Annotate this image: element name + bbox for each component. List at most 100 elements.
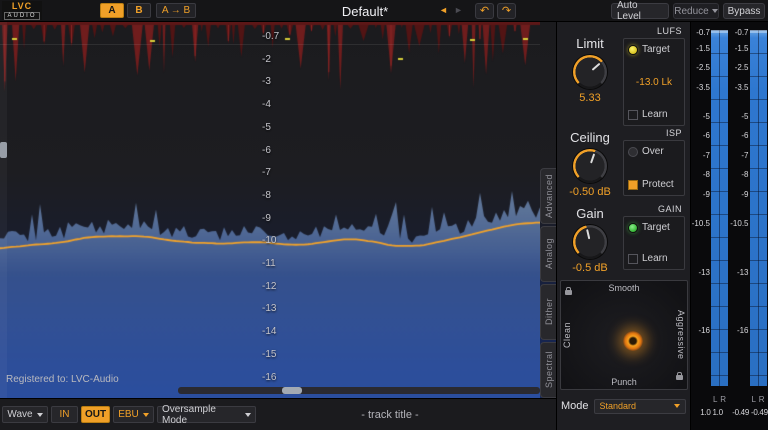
- meter-channel-label: L: [752, 395, 756, 404]
- meter-output: -0.7-1.5-2.5-3.5-5-6-7-8-9-10.5-13-16 LR…: [732, 22, 768, 430]
- topbar: LVC audio A B A → B Default* ◄ ► ↶ ↷ Aut…: [0, 0, 768, 22]
- caret-down-icon: [245, 413, 251, 417]
- mode-row: Mode Standard: [561, 398, 686, 414]
- meter-channel-label: L: [713, 395, 717, 404]
- meter-scale-label: -10.5: [730, 219, 748, 228]
- meter-scale-label: -7: [741, 151, 748, 160]
- waveform-scrollbar[interactable]: [178, 387, 540, 394]
- meter-scale: -0.7-1.5-2.5-3.5-5-6-7-8-9-10.5-13-16: [732, 22, 750, 392]
- side-tab-analog[interactable]: Analog: [540, 226, 556, 282]
- limit-target-row[interactable]: Target: [628, 44, 680, 55]
- bypass-button[interactable]: Bypass: [723, 3, 765, 19]
- lufs-target-value: -13.0 Lk: [628, 77, 680, 88]
- mode-dropdown[interactable]: Standard: [594, 399, 686, 414]
- preset-a-button[interactable]: A: [100, 3, 124, 18]
- oversample-mode-dropdown[interactable]: Oversample Mode: [157, 406, 256, 423]
- over-row[interactable]: Over: [628, 146, 680, 157]
- pad-label-smooth: Smooth: [561, 283, 687, 293]
- meter-scale-label: -5: [741, 112, 748, 121]
- pad-lock-icon[interactable]: [565, 290, 572, 295]
- protect-label: Protect: [642, 179, 674, 190]
- gain-learn-row[interactable]: Learn: [628, 253, 680, 264]
- meter-scale-label: -6: [703, 131, 710, 140]
- lufs-group-label: LUFS: [657, 26, 682, 36]
- meter-bar: [750, 30, 767, 386]
- pad-lock-icon[interactable]: [676, 375, 683, 380]
- meter-scale-label: -1.5: [696, 44, 710, 53]
- vertical-zoom-thumb[interactable]: [0, 142, 7, 158]
- next-preset-icon[interactable]: ►: [454, 6, 463, 15]
- registered-text: Registered to: LVC-Audio: [6, 374, 119, 385]
- ceiling-gridline: [0, 44, 540, 45]
- punch-smooth-pad[interactable]: Smooth Punch Clean Aggressive: [560, 280, 688, 390]
- meter-scale-label: -5: [703, 112, 710, 121]
- out-button[interactable]: OUT: [81, 406, 110, 423]
- gain-target-led[interactable]: [628, 223, 638, 233]
- limit-learn-checkbox[interactable]: [628, 110, 638, 120]
- side-tab-advanced[interactable]: Advanced: [540, 168, 556, 224]
- gain-knob[interactable]: [573, 225, 607, 259]
- meter-scale-label: -9: [703, 190, 710, 199]
- wave-mode-dropdown[interactable]: Wave: [2, 406, 48, 423]
- meter-scale-label: -13: [737, 268, 749, 277]
- limit-learn-row[interactable]: Learn: [628, 109, 680, 120]
- preset-name[interactable]: Default*: [290, 4, 440, 19]
- waveform-scrollbar-thumb[interactable]: [282, 387, 302, 394]
- logo-subtext: audio: [4, 12, 39, 20]
- gain-target-label: Target: [642, 222, 670, 233]
- mode-label: Mode: [561, 400, 589, 412]
- isp-group: Over Protect: [623, 140, 685, 196]
- meter-scale-label: -3.5: [696, 83, 710, 92]
- meter-values: -0.49-0.49: [732, 408, 768, 417]
- ceiling-section: Ceiling -0.50 dB: [561, 130, 619, 198]
- side-tab-dither[interactable]: Dither: [540, 284, 556, 340]
- meter-channels: LR: [711, 395, 728, 404]
- gain-group: Target Learn: [623, 216, 685, 270]
- meter-readout-value: 1.0: [700, 408, 710, 417]
- pad-label-clean-wrap: Clean: [562, 281, 572, 389]
- meter-channels: LR: [750, 395, 767, 404]
- over-led[interactable]: [628, 147, 638, 157]
- copy-a-to-b-button[interactable]: A → B: [156, 3, 196, 18]
- wave-mode-label: Wave: [7, 409, 32, 420]
- meter-scale-label: -0.7: [735, 28, 749, 37]
- side-tabs: Advanced Analog Dither Spectral: [540, 168, 556, 398]
- ebu-dropdown[interactable]: EBU: [113, 406, 154, 423]
- lufs-group: Target -13.0 Lk Learn: [623, 38, 685, 126]
- side-tab-spectral[interactable]: Spectral: [540, 342, 556, 398]
- undo-icon[interactable]: ↶: [475, 3, 494, 19]
- limit-knob[interactable]: [573, 55, 607, 89]
- protect-checkbox[interactable]: [628, 180, 638, 190]
- meter-scale: -0.7-1.5-2.5-3.5-5-6-7-8-9-10.5-13-16: [693, 22, 711, 392]
- vertical-zoom-track[interactable]: [0, 22, 7, 398]
- pad-position-dot[interactable]: [623, 331, 643, 351]
- reduce-dropdown[interactable]: Reduce: [673, 3, 719, 19]
- ceiling-knob[interactable]: [573, 149, 607, 183]
- gain-learn-checkbox[interactable]: [628, 254, 638, 264]
- protect-row[interactable]: Protect: [628, 179, 680, 190]
- limit-learn-label: Learn: [642, 109, 668, 120]
- limit-target-label: Target: [642, 44, 670, 55]
- gain-target-row[interactable]: Target: [628, 222, 680, 233]
- gain-learn-label: Learn: [642, 253, 668, 264]
- meter-scale-label: -1.5: [735, 44, 749, 53]
- caret-down-icon: [143, 413, 149, 417]
- meter-scale-label: -7: [703, 151, 710, 160]
- in-button[interactable]: IN: [51, 406, 78, 423]
- meter-channel-label: R: [720, 395, 726, 404]
- meter-values: 1.01.0: [693, 408, 730, 417]
- redo-icon[interactable]: ↷: [497, 3, 516, 19]
- prev-preset-icon[interactable]: ◄: [439, 6, 448, 15]
- meter-scale-label: -10.5: [692, 219, 710, 228]
- ebu-label: EBU: [118, 409, 139, 420]
- preset-b-button[interactable]: B: [127, 3, 151, 18]
- caret-down-icon: [712, 9, 718, 13]
- ceiling-title: Ceiling: [561, 130, 619, 145]
- limit-title: Limit: [561, 36, 619, 51]
- track-title: - track title -: [300, 409, 480, 421]
- meter-scale-label: -2.5: [735, 63, 749, 72]
- meter-readout-value: 1.0: [713, 408, 723, 417]
- auto-level-button[interactable]: Auto Level: [611, 3, 669, 19]
- meter-scale-label: -8: [703, 170, 710, 179]
- limit-target-led[interactable]: [628, 45, 638, 55]
